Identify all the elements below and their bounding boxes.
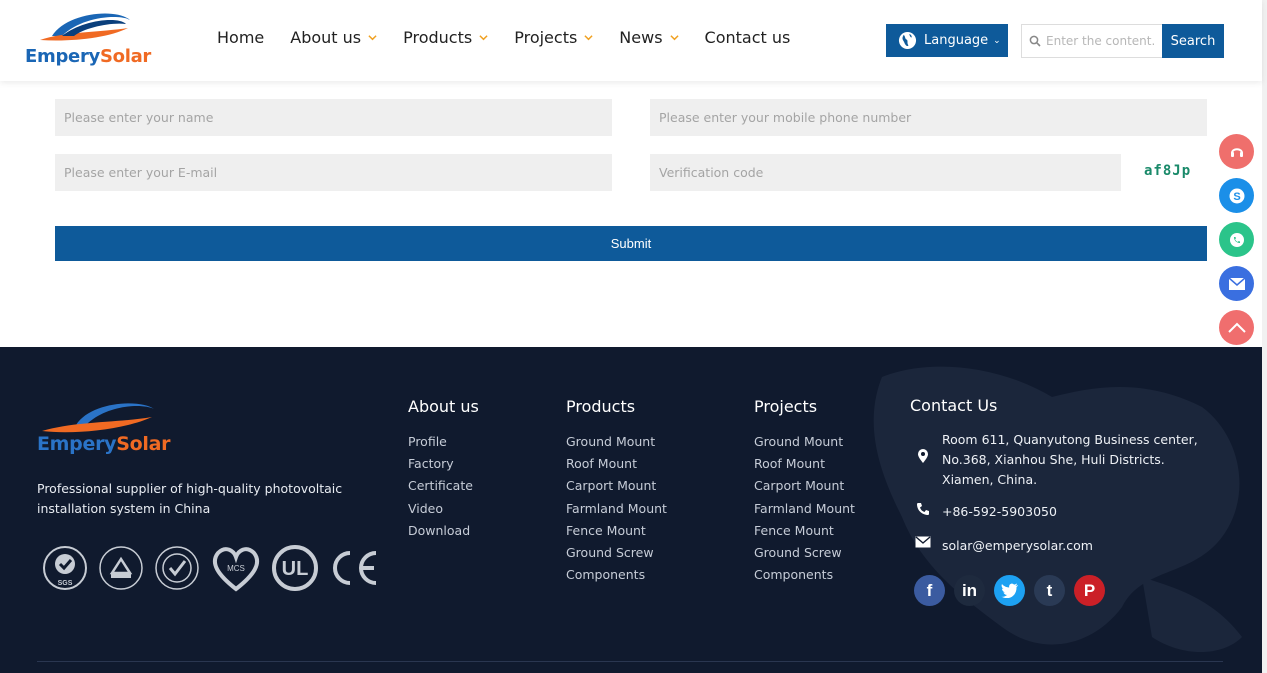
- footer-project-link[interactable]: Ground Mount: [754, 433, 855, 455]
- footer-link-profile[interactable]: Profile: [408, 433, 473, 455]
- footer-product-link[interactable]: Components: [566, 566, 667, 588]
- chevron-up-glyph: [1227, 322, 1246, 333]
- nav-contact-us[interactable]: Contact us: [705, 28, 791, 47]
- captcha-image[interactable]: af8Jp: [1144, 163, 1191, 179]
- social-links: f in t P: [914, 575, 1114, 606]
- footer-projects-title: Projects: [754, 397, 818, 416]
- chevron-down-icon: [669, 35, 679, 41]
- chevron-down-icon: [368, 35, 377, 41]
- footer-product-link[interactable]: Roof Mount: [566, 455, 667, 477]
- footer-project-link[interactable]: Roof Mount: [754, 455, 855, 477]
- sgs-certification-icon: SGS: [43, 546, 87, 590]
- footer-divider: [37, 661, 1223, 662]
- main-nav: Home About us Products Projects News Con…: [217, 28, 816, 47]
- svg-text:SGS: SGS: [58, 580, 73, 587]
- footer-project-link[interactable]: Ground Screw: [754, 544, 855, 566]
- footer-project-link[interactable]: Fence Mount: [754, 522, 855, 544]
- search-button[interactable]: Search: [1162, 24, 1224, 58]
- ce-certification-icon: [333, 551, 377, 585]
- skype-glyph: S: [1229, 188, 1244, 203]
- footer-link-download[interactable]: Download: [408, 522, 473, 544]
- footer-products-title: Products: [566, 397, 636, 416]
- phone-field[interactable]: [650, 99, 1207, 136]
- footer-about-list: Profile Factory Certificate Video Downlo…: [408, 433, 473, 544]
- search-icon: [1029, 35, 1041, 47]
- footer-project-link[interactable]: Components: [754, 566, 855, 588]
- tuv-certification-icon: [99, 546, 143, 590]
- footer-description: Professional supplier of high-quality ph…: [37, 481, 343, 516]
- nav-news[interactable]: News: [619, 28, 679, 47]
- location-pin-icon: [918, 449, 928, 463]
- ul-certification-icon: UL: [272, 545, 318, 591]
- contact-address: Room 611, Quanyutong Business center, No…: [914, 430, 1214, 490]
- site-footer: EmperySolar Professional supplier of hig…: [0, 347, 1262, 673]
- site-header: EmperySolar Home About us Products Proje…: [0, 0, 1262, 81]
- chat-icon[interactable]: [1219, 134, 1254, 169]
- footer-products-list: Ground Mount Roof Mount Carport Mount Fa…: [566, 433, 667, 588]
- brand-logo[interactable]: EmperySolar: [22, 6, 151, 74]
- mcs-certification-icon: MCS: [212, 547, 260, 592]
- chevron-down-icon: [584, 35, 593, 41]
- footer-product-link[interactable]: Ground Mount: [566, 433, 667, 455]
- footer-project-link[interactable]: Carport Mount: [754, 477, 855, 499]
- svg-text:UL: UL: [282, 558, 309, 580]
- email-field[interactable]: [55, 154, 612, 191]
- contact-email: solar@emperysolar.com: [914, 536, 1093, 556]
- chevron-down-icon: ⌄: [993, 35, 1001, 46]
- contact-phone-text[interactable]: +86-592-5903050: [942, 502, 1057, 522]
- footer-contact-title: Contact Us: [910, 396, 998, 415]
- footer-link-factory[interactable]: Factory: [408, 455, 473, 477]
- twitter-bird-glyph: [1001, 583, 1018, 598]
- headset-glyph: [1230, 147, 1243, 157]
- footer-project-link[interactable]: Farmland Mount: [754, 500, 855, 522]
- phone-icon: [917, 503, 929, 515]
- svg-text:S: S: [1233, 191, 1240, 203]
- search-field: [1021, 24, 1163, 58]
- whatsapp-icon[interactable]: [1219, 222, 1254, 257]
- mail-icon[interactable]: [1219, 266, 1254, 301]
- global-certification-icon: [155, 546, 199, 590]
- footer-product-link[interactable]: Carport Mount: [566, 477, 667, 499]
- globe-icon: [898, 31, 917, 50]
- footer-logo[interactable]: EmperySolar: [36, 397, 170, 467]
- footer-product-link[interactable]: Ground Screw: [566, 544, 667, 566]
- svg-text:MCS: MCS: [227, 564, 245, 573]
- footer-about-title: About us: [408, 397, 479, 416]
- search-input[interactable]: [1046, 34, 1154, 48]
- footer-link-video[interactable]: Video: [408, 500, 473, 522]
- logo-swoosh-icon: [42, 403, 154, 433]
- brand-name: EmperySolar: [25, 46, 151, 67]
- verification-code-field[interactable]: [650, 154, 1121, 191]
- envelope-icon: [915, 536, 931, 548]
- submit-button[interactable]: Submit: [55, 226, 1207, 261]
- language-selector[interactable]: Language ⌄: [886, 24, 1008, 57]
- footer-product-link[interactable]: Fence Mount: [566, 522, 667, 544]
- footer-projects-list: Ground Mount Roof Mount Carport Mount Fa…: [754, 433, 855, 588]
- tumblr-icon[interactable]: t: [1034, 575, 1065, 606]
- nav-home[interactable]: Home: [217, 28, 264, 47]
- contact-phone: +86-592-5903050: [914, 502, 1057, 522]
- envelope-glyph: [1228, 276, 1245, 290]
- whatsapp-glyph: [1229, 232, 1244, 247]
- name-field[interactable]: [55, 99, 612, 136]
- footer-product-link[interactable]: Farmland Mount: [566, 500, 667, 522]
- footer-brand-name: EmperySolar: [37, 433, 171, 455]
- linkedin-icon[interactable]: in: [954, 575, 985, 606]
- twitter-icon[interactable]: [994, 575, 1025, 606]
- logo-swoosh-icon: [40, 13, 130, 41]
- nav-products[interactable]: Products: [403, 28, 488, 47]
- nav-about-us[interactable]: About us: [290, 28, 377, 47]
- nav-projects[interactable]: Projects: [514, 28, 593, 47]
- pinterest-icon[interactable]: P: [1074, 575, 1105, 606]
- language-label: Language: [924, 33, 989, 48]
- page-scrollbar[interactable]: [1262, 0, 1267, 673]
- skype-icon[interactable]: S: [1219, 178, 1254, 213]
- footer-link-certificate[interactable]: Certificate: [408, 477, 473, 499]
- back-to-top-icon[interactable]: [1219, 310, 1254, 345]
- contact-address-text: Room 611, Quanyutong Business center, No…: [942, 432, 1198, 487]
- contact-email-text[interactable]: solar@emperysolar.com: [942, 536, 1093, 556]
- certification-logos: SGS MCS UL: [40, 543, 386, 593]
- facebook-icon[interactable]: f: [914, 575, 945, 606]
- chevron-down-icon: [479, 35, 488, 41]
